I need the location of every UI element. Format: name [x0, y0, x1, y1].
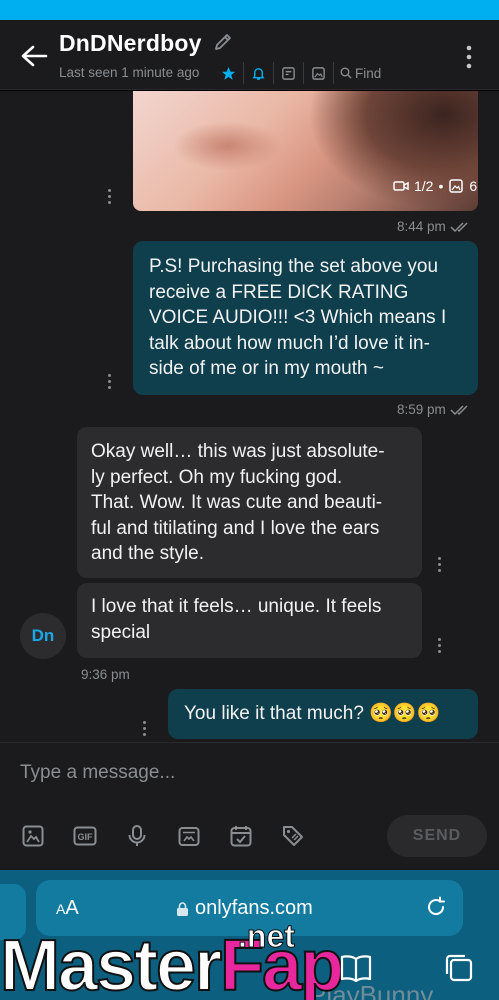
calendar-check-icon: [230, 826, 252, 847]
message-list[interactable]: 1/2 • 6 8:44 pm P.S! Purchasing the set …: [0, 91, 499, 742]
voice-message-button[interactable]: [124, 823, 150, 849]
lock-icon: [177, 901, 188, 916]
gif-icon: GIF: [73, 826, 97, 846]
message-options-icon[interactable]: [106, 189, 112, 207]
message-options-icon[interactable]: [141, 721, 147, 739]
message-composer: GIF SEND: [0, 742, 499, 870]
search-icon: [340, 67, 352, 79]
media-message[interactable]: 1/2 • 6: [133, 91, 478, 211]
double-check-icon: [450, 221, 468, 232]
message-time: 8:44 pm: [397, 219, 472, 234]
vault-button[interactable]: [176, 823, 202, 849]
gif-button[interactable]: GIF: [72, 823, 98, 849]
attach-image-button[interactable]: [20, 823, 46, 849]
message-time: 9:36 pm: [81, 667, 130, 682]
microphone-icon: [128, 825, 146, 846]
video-icon: [393, 181, 409, 191]
double-check-icon: [450, 404, 468, 415]
schedule-button[interactable]: [228, 823, 254, 849]
reader-options-button[interactable]: AA: [56, 897, 79, 920]
photo-icon: [449, 179, 464, 193]
find-label: Find: [355, 65, 382, 81]
find-button[interactable]: Find: [334, 66, 381, 81]
back-arrow-icon[interactable]: [20, 44, 48, 68]
message-options-icon[interactable]: [436, 638, 442, 656]
message-options-icon[interactable]: [106, 374, 112, 392]
url-display[interactable]: onlyfans.com: [176, 897, 313, 920]
tabs-icon[interactable]: [444, 953, 474, 983]
note-icon: [282, 66, 295, 80]
favorite-star-button[interactable]: [214, 62, 244, 84]
message-time: 8:59 pm: [397, 402, 472, 417]
media-counts: 1/2 • 6: [393, 178, 477, 194]
image-icon: [22, 825, 44, 847]
notifications-button[interactable]: [244, 62, 274, 84]
star-icon: [221, 66, 236, 80]
price-tag-button[interactable]: [280, 823, 306, 849]
bell-icon: [252, 67, 265, 80]
bookmarks-icon[interactable]: [340, 953, 372, 983]
incoming-message[interactable]: Okay well… this was just absolute- ly pe…: [77, 427, 422, 578]
avatar[interactable]: Dn: [20, 613, 66, 659]
media-preview-image: [173, 121, 283, 171]
watermark-tld: .net: [238, 918, 296, 955]
last-seen-text: Last seen 1 minute ago: [59, 65, 200, 80]
more-options-icon[interactable]: [462, 44, 476, 70]
incoming-message[interactable]: I love that it feels… unique. It feels s…: [77, 583, 422, 658]
svg-text:GIF: GIF: [78, 832, 94, 842]
outgoing-message[interactable]: You like it that much? 🥺🥺🥺: [168, 689, 478, 739]
message-input[interactable]: [20, 759, 470, 787]
outgoing-message[interactable]: P.S! Purchasing the set above you receiv…: [133, 241, 478, 395]
composer-toolbar: GIF: [20, 823, 306, 849]
image-icon: [312, 66, 325, 80]
notes-button[interactable]: [274, 62, 304, 84]
pencil-icon[interactable]: [213, 32, 233, 52]
video-count: 1/2: [414, 178, 434, 194]
tag-icon: [283, 826, 303, 846]
reload-icon[interactable]: [425, 896, 447, 918]
chat-title[interactable]: DnDNerdboy: [59, 30, 202, 57]
gallery-button[interactable]: [304, 62, 334, 84]
status-bar: [0, 0, 499, 20]
vault-icon: [178, 827, 200, 846]
send-button[interactable]: SEND: [387, 815, 487, 857]
chat-header: DnDNerdboy Last seen 1 minute ago Find: [0, 20, 499, 90]
message-options-icon[interactable]: [436, 557, 442, 575]
header-actions: Find: [214, 62, 381, 84]
photo-count: 6: [469, 178, 478, 194]
